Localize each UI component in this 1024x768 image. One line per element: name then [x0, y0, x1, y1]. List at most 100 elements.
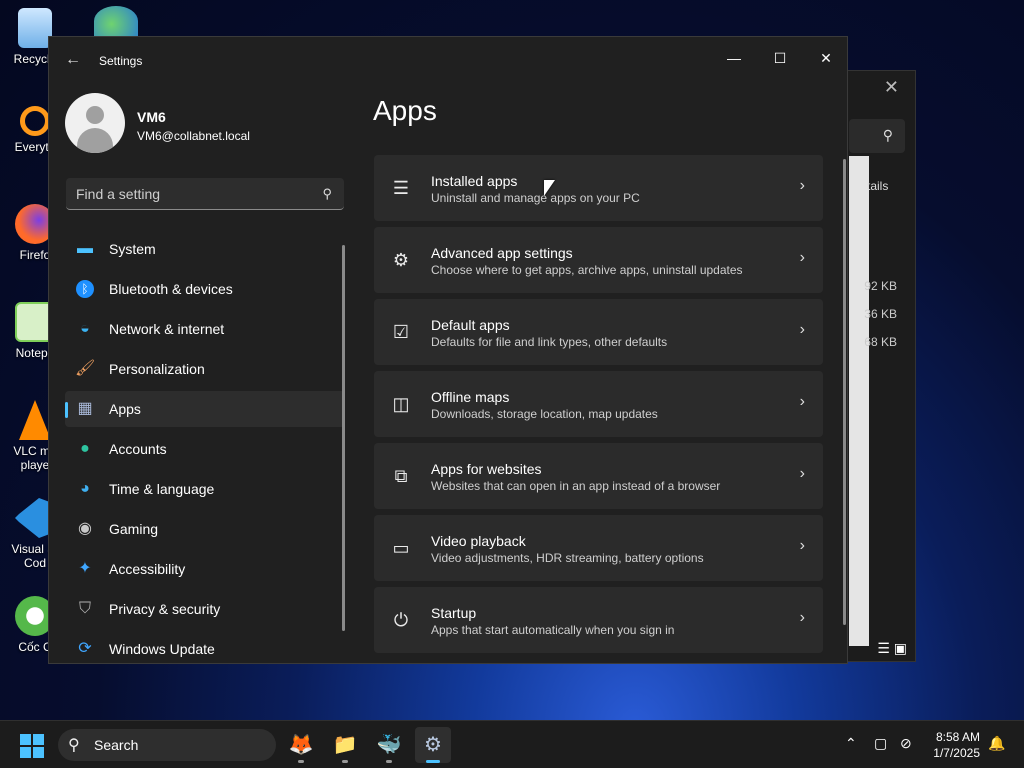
sidebar-item-windows-update[interactable]: ⟳ Windows Update [65, 631, 345, 663]
sidebar-item-label: System [109, 241, 156, 257]
taskbar-app-docker[interactable]: 🐳 [371, 727, 407, 763]
sidebar-item-bluetooth[interactable]: ᛒ Bluetooth & devices [65, 271, 345, 307]
main-scrollbar[interactable] [843, 159, 846, 625]
sidebar-item-label: Windows Update [109, 641, 215, 657]
taskbar-search[interactable]: ⚲ Search [58, 729, 276, 761]
date: 1/7/2025 [933, 746, 980, 760]
row-description: Downloads, storage location, map updates [431, 407, 658, 421]
globe-clock-icon: ◕ [80, 480, 90, 497]
find-setting-box[interactable]: ⚲ [66, 178, 344, 210]
sidebar-item-system[interactable]: ▬ System [65, 231, 345, 267]
avatar [65, 93, 125, 153]
gamepad-icon: ◉ [78, 520, 92, 537]
sidebar-item-label: Gaming [109, 521, 159, 537]
notification-bell-icon[interactable]: 🔔 [988, 735, 1005, 752]
row-title: Installed apps [431, 173, 518, 189]
search-icon: ⚲ [322, 186, 332, 201]
row-title: Video playback [431, 533, 526, 549]
sidebar-item-personalization[interactable]: 🖌 Personalization [65, 351, 345, 387]
row-description: Websites that can open in an app instead… [431, 479, 721, 493]
row-description: Defaults for file and link types, other … [431, 335, 668, 349]
search-icon: ⚲ [68, 737, 80, 754]
chevron-right-icon: › [799, 609, 805, 626]
apps-for-websites-row[interactable]: ⧉ Apps for websites Websites that can op… [374, 443, 823, 509]
installed-apps-row[interactable]: ☰ Installed apps Uninstall and manage ap… [374, 155, 823, 221]
sidebar-item-label: Apps [109, 401, 141, 417]
advanced-app-settings-row[interactable]: ⚙ Advanced app settings Choose where to … [374, 227, 823, 293]
close-icon[interactable]: ✕ [884, 77, 899, 98]
sidebar-item-time-language[interactable]: ◕ Time & language [65, 471, 345, 507]
view-toggle-icons[interactable]: ☰ ▣ [877, 640, 907, 657]
chevron-right-icon: › [799, 393, 805, 410]
taskbar-search-label: Search [94, 737, 139, 753]
start-button[interactable] [20, 734, 44, 758]
search-input[interactable] [76, 178, 306, 209]
sidebar-item-accounts[interactable]: ● Accounts [65, 431, 345, 467]
row-description: Apps that start automatically when you s… [431, 623, 675, 637]
file-size: 92 KB [864, 279, 897, 293]
sidebar-item-label: Privacy & security [109, 601, 221, 617]
gear-icon: ⚙ [424, 734, 442, 756]
list-icon: ☰ [392, 178, 410, 198]
chevron-right-icon: › [799, 321, 805, 338]
page-title: Apps [373, 95, 437, 126]
startup-row[interactable]: ⏻ Startup Apps that start automatically … [374, 587, 823, 653]
explorer-search-box[interactable]: ⚲ [849, 119, 905, 153]
desktop-icon-label: Cốc C [18, 640, 52, 654]
chevron-right-icon: › [799, 249, 805, 266]
close-button[interactable]: ✕ [803, 43, 847, 73]
video-playback-row[interactable]: ▭ Video playback Video adjustments, HDR … [374, 515, 823, 581]
vlc-cone-icon [19, 400, 51, 440]
window-title: Settings [99, 54, 143, 68]
bluetooth-icon: ᛒ [75, 279, 95, 299]
chevron-right-icon: › [799, 465, 805, 482]
user-email: VM6@collabnet.local [137, 129, 250, 143]
sidebar-item-network[interactable]: ◒ Network & internet [65, 311, 345, 347]
sidebar-item-privacy[interactable]: ⛉ Privacy & security [65, 591, 345, 627]
everything-icon [20, 106, 50, 136]
minimize-button[interactable]: — [711, 43, 757, 73]
monitor-icon: ▬ [77, 240, 93, 257]
back-arrow-icon[interactable]: ← [65, 51, 81, 69]
explorer-preview-pane [849, 156, 869, 646]
sidebar-item-label: Accessibility [109, 561, 186, 577]
row-title: Advanced app settings [431, 245, 573, 261]
docker-icon: 🐳 [376, 734, 402, 756]
settings-window: ← Settings — ☐ ✕ VM6 VM6@collabnet.local… [48, 36, 848, 664]
map-icon: ◫ [392, 394, 410, 414]
sidebar-item-gaming[interactable]: ◉ Gaming [65, 511, 345, 547]
row-title: Startup [431, 605, 477, 621]
taskbar-app-settings[interactable]: ⚙ [415, 727, 451, 763]
title-bar[interactable]: ← Settings — ☐ ✕ [49, 37, 847, 85]
sidebar-item-apps[interactable]: ▦ Apps [65, 391, 345, 427]
mouse-cursor-icon [544, 180, 555, 196]
person-icon: ● [80, 440, 90, 457]
open-external-icon: ⧉ [394, 466, 408, 486]
row-description: Choose where to get apps, archive apps, … [431, 263, 743, 277]
row-title: Offline maps [431, 389, 510, 405]
chevron-right-icon: › [799, 537, 805, 554]
clock[interactable]: 8:58 AM 1/7/2025 [933, 729, 980, 761]
details-tab-label[interactable]: tails [867, 179, 888, 193]
default-apps-row[interactable]: ☑ Default apps Defaults for file and lin… [374, 299, 823, 365]
sidebar-item-accessibility[interactable]: ✦ Accessibility [65, 551, 345, 587]
wifi-icon: ◒ [80, 320, 90, 337]
recycle-bin-icon [18, 8, 52, 48]
network-icon[interactable]: ▢ [874, 735, 887, 752]
desktop-icon-label: Firefo [19, 248, 51, 262]
row-description: Uninstall and manage apps on your PC [431, 191, 640, 205]
file-size: 68 KB [864, 335, 897, 349]
taskbar-app-file-explorer[interactable]: 📁 [327, 727, 363, 763]
volume-muted-icon[interactable]: ⊘ [900, 735, 912, 752]
chevron-up-icon[interactable]: ⌃ [845, 735, 857, 752]
folder-icon: 📁 [332, 734, 358, 756]
maximize-button[interactable]: ☐ [757, 43, 803, 73]
sidebar-scrollbar[interactable] [342, 245, 345, 631]
search-icon: ⚲ [882, 127, 893, 143]
taskbar-app-firefox[interactable]: 🦊 [283, 727, 319, 763]
offline-maps-row[interactable]: ◫ Offline maps Downloads, storage locati… [374, 371, 823, 437]
sidebar-item-label: Bluetooth & devices [109, 281, 233, 297]
update-icon: ⟳ [78, 640, 92, 657]
sidebar-item-label: Personalization [109, 361, 205, 377]
desktop-icon-globe[interactable] [94, 6, 138, 36]
